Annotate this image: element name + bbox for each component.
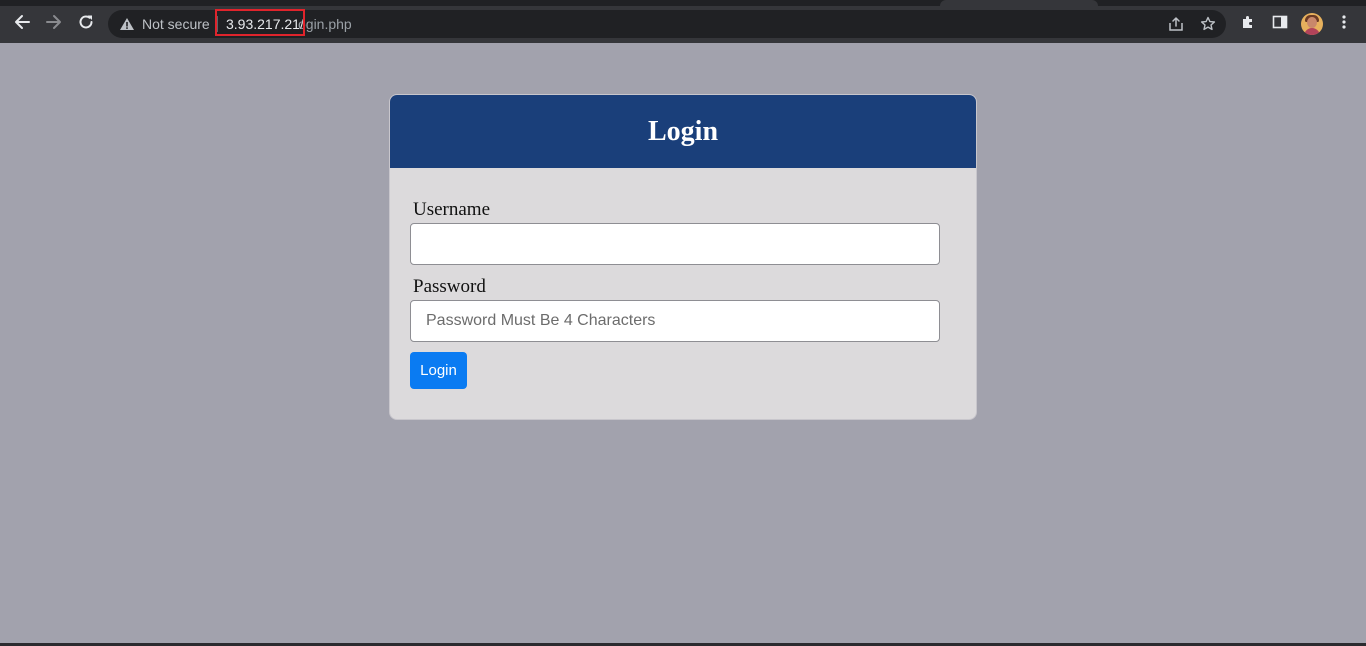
kebab-menu-icon[interactable] (1336, 14, 1352, 30)
share-icon[interactable] (1168, 16, 1184, 32)
warning-triangle-icon[interactable] (119, 16, 135, 32)
address-bar[interactable]: Not secure 3.93.217.21/ ogin.php (108, 9, 1226, 38)
side-panel-icon[interactable] (1272, 14, 1288, 30)
password-input[interactable] (410, 300, 940, 342)
security-status-label[interactable]: Not secure (142, 16, 210, 32)
login-title: Login (647, 115, 719, 147)
profile-avatar[interactable] (1301, 13, 1323, 35)
tab-strip (0, 0, 1366, 6)
login-button[interactable]: Login (410, 352, 467, 389)
back-arrow-icon[interactable] (11, 11, 33, 33)
url-highlight-box (215, 9, 305, 36)
star-icon[interactable] (1200, 16, 1216, 32)
login-header: Login (390, 95, 976, 168)
url-path[interactable]: ogin.php (298, 16, 352, 32)
login-card: Login Username Password Login (389, 94, 977, 420)
username-input[interactable] (410, 223, 940, 265)
browser-toolbar: Not secure 3.93.217.21/ ogin.php (0, 0, 1366, 43)
puzzle-icon[interactable] (1240, 14, 1256, 30)
username-label: Username (413, 199, 491, 220)
active-tab[interactable] (940, 0, 1098, 6)
password-label: Password (413, 276, 486, 297)
forward-arrow-icon[interactable] (43, 11, 65, 33)
reload-icon[interactable] (75, 11, 97, 33)
